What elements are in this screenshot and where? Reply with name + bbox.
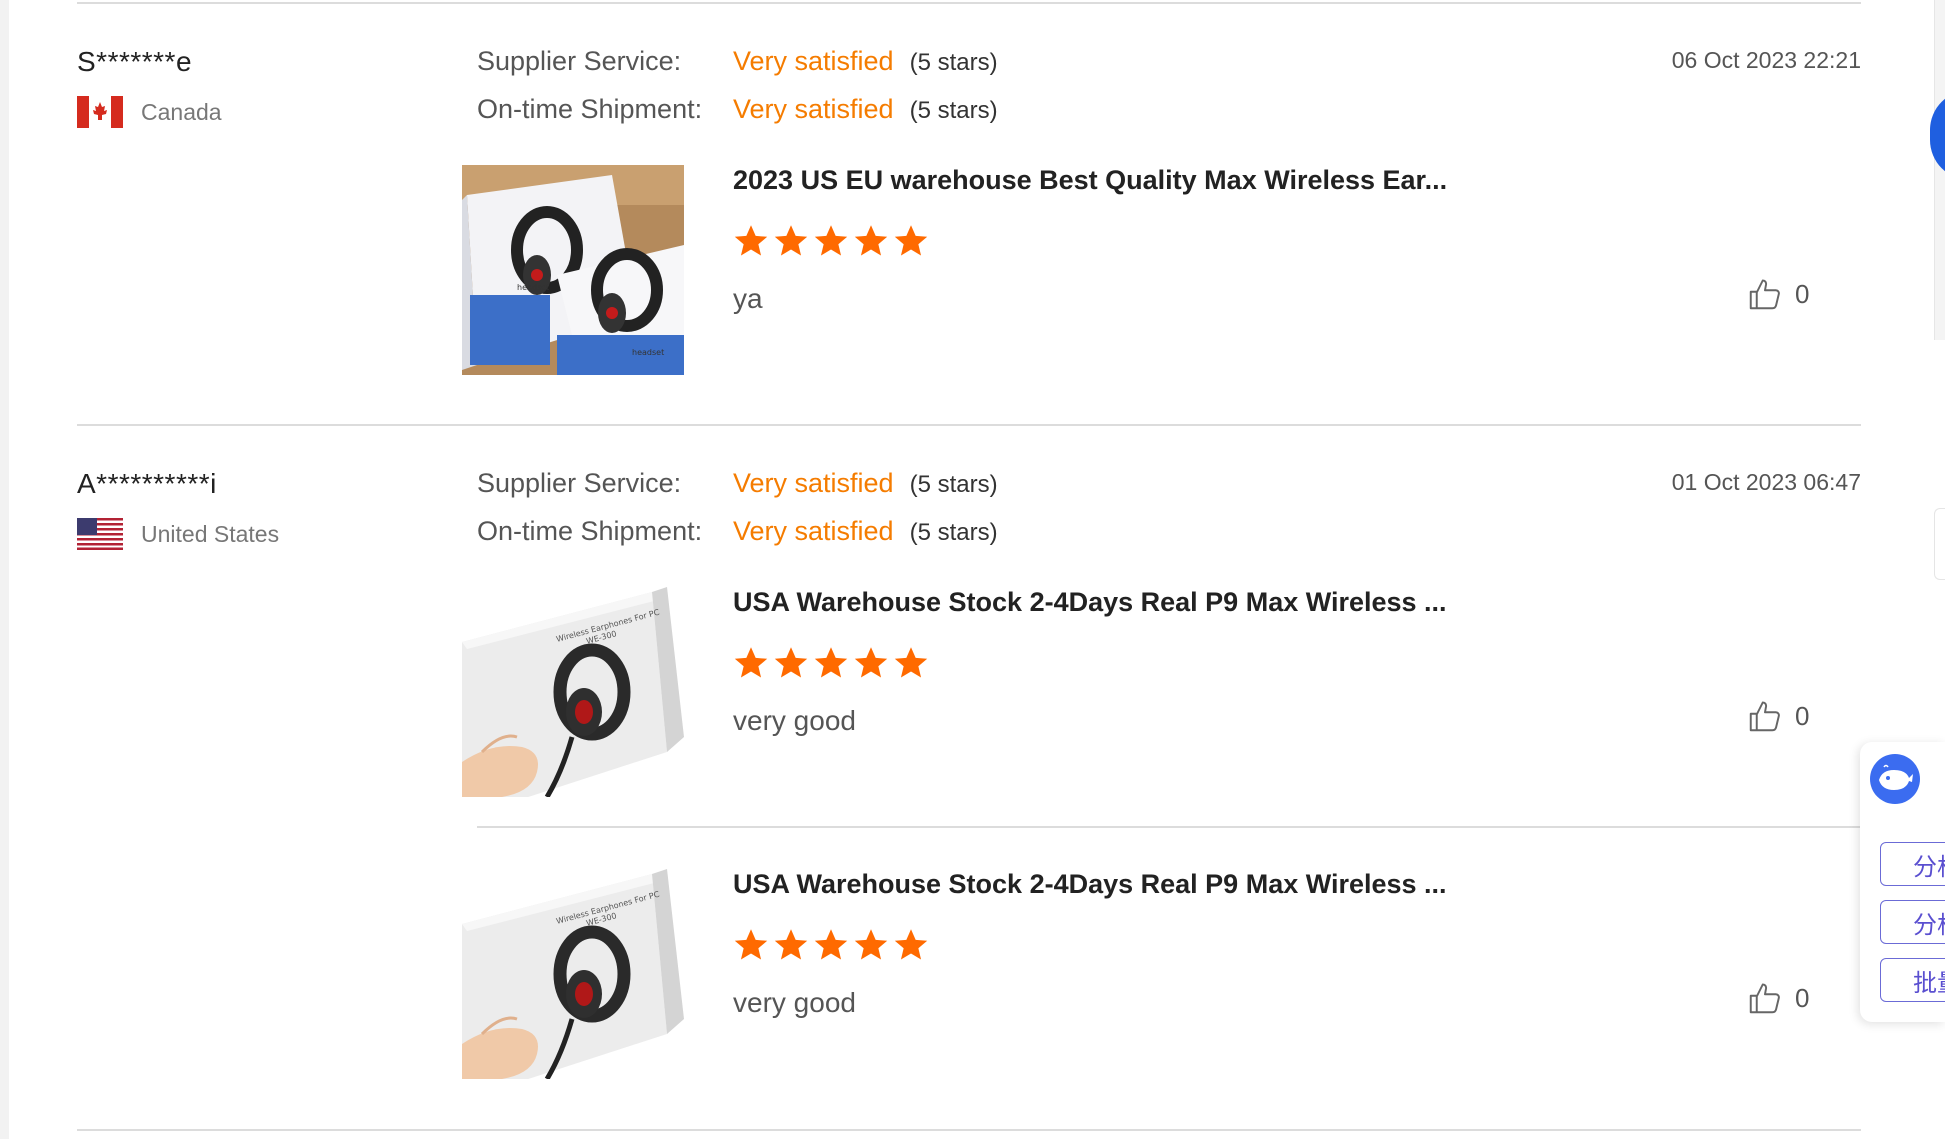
star-icon	[814, 225, 848, 256]
star-icon	[774, 225, 808, 256]
product-star-rating	[733, 645, 929, 681]
like-count: 0	[1795, 982, 1810, 1013]
whale-icon[interactable]	[1870, 754, 1920, 804]
ontime-shipment-label: On-time Shipment:	[477, 516, 703, 546]
page-left-gutter	[0, 0, 9, 1139]
country-name: United States	[141, 520, 280, 547]
star-icon	[734, 225, 768, 256]
product-thumbnail[interactable]: Wireless Earphones For PC WE-300	[462, 869, 684, 1079]
country-name: Canada	[141, 98, 222, 125]
product-thumbnail[interactable]: headset headset	[462, 165, 684, 375]
thumbs-up-icon	[1749, 701, 1780, 732]
star-icon	[854, 225, 888, 256]
supplier-service-value: Very satisfied	[733, 46, 894, 76]
reviewer-country: United States	[77, 518, 279, 550]
like-button[interactable]: 0	[1747, 697, 1809, 735]
ontime-shipment-value: Very satisfied	[733, 94, 894, 124]
ontime-shipment-stars: (5 stars)	[909, 519, 998, 546]
svg-text:headset: headset	[517, 283, 549, 292]
bottom-divider	[77, 1129, 1861, 1131]
review-date: 01 Oct 2023 06:47	[1671, 469, 1861, 495]
thumbs-up-icon	[1749, 279, 1780, 310]
star-icon	[814, 647, 848, 678]
product-star-rating	[733, 927, 929, 963]
supplier-service-label: Supplier Service:	[477, 468, 682, 498]
ontime-shipment-value: Very satisfied	[733, 516, 894, 546]
star-icon	[854, 647, 888, 678]
svg-text:headset: headset	[632, 348, 664, 357]
us-flag-icon	[77, 518, 123, 550]
product-thumbnail[interactable]: Wireless Earphones For PC WE-300	[462, 587, 684, 797]
reviewer-name: S*******e	[77, 46, 193, 77]
supplier-service-rating: Supplier Service: Very satisfied (5 star…	[477, 46, 998, 77]
review-comment: ya	[733, 283, 763, 314]
star-icon	[734, 647, 768, 678]
like-button[interactable]: 0	[1747, 979, 1809, 1017]
top-divider	[77, 2, 1861, 4]
star-icon	[774, 929, 808, 960]
product-divider	[477, 826, 1861, 828]
canada-flag-icon	[77, 96, 123, 128]
product-title[interactable]: USA Warehouse Stock 2-4Days Real P9 Max …	[733, 587, 1447, 618]
supplier-service-value: Very satisfied	[733, 468, 894, 498]
supplier-service-label: Supplier Service:	[477, 46, 682, 76]
review-divider	[77, 424, 1861, 426]
reviewer-name: A**********i	[77, 468, 217, 499]
star-icon	[894, 225, 928, 256]
review-comment: very good	[733, 987, 856, 1018]
panel-button-analyze[interactable]: 分析	[1880, 842, 1945, 886]
panel-button-batch[interactable]: 批量	[1880, 958, 1945, 1002]
review-date: 06 Oct 2023 22:21	[1671, 47, 1861, 73]
supplier-service-rating: Supplier Service: Very satisfied (5 star…	[477, 468, 998, 499]
ontime-shipment-rating: On-time Shipment: Very satisfied (5 star…	[477, 516, 998, 547]
reviewer-country: Canada	[77, 96, 222, 128]
like-count: 0	[1795, 278, 1810, 309]
supplier-service-stars: (5 stars)	[909, 49, 998, 76]
like-count: 0	[1795, 700, 1810, 731]
star-icon	[894, 647, 928, 678]
supplier-service-stars: (5 stars)	[909, 471, 998, 498]
panel-button-analyze-2[interactable]: 分析	[1880, 900, 1945, 944]
ontime-shipment-rating: On-time Shipment: Very satisfied (5 star…	[477, 94, 998, 125]
star-icon	[894, 929, 928, 960]
product-star-rating	[733, 223, 929, 259]
like-button[interactable]: 0	[1747, 275, 1809, 313]
star-icon	[814, 929, 848, 960]
product-title[interactable]: USA Warehouse Stock 2-4Days Real P9 Max …	[733, 869, 1447, 900]
reviewed-product: headset headset 2023 US EU warehouse Bes…	[462, 165, 1862, 390]
side-mini-tab[interactable]	[1934, 508, 1945, 580]
thumbs-up-icon	[1749, 983, 1780, 1014]
star-icon	[854, 929, 888, 960]
star-icon	[734, 929, 768, 960]
reviewed-product: Wireless Earphones For PC WE-300 USA War…	[462, 869, 1862, 1094]
extension-side-panel: 分析 分析 批量	[1860, 742, 1945, 1022]
review-comment: very good	[733, 705, 856, 736]
ontime-shipment-stars: (5 stars)	[909, 97, 998, 124]
ontime-shipment-label: On-time Shipment:	[477, 94, 703, 124]
product-title[interactable]: 2023 US EU warehouse Best Quality Max Wi…	[733, 165, 1447, 196]
star-icon	[774, 647, 808, 678]
reviewed-product: Wireless Earphones For PC WE-300 USA War…	[462, 587, 1862, 812]
